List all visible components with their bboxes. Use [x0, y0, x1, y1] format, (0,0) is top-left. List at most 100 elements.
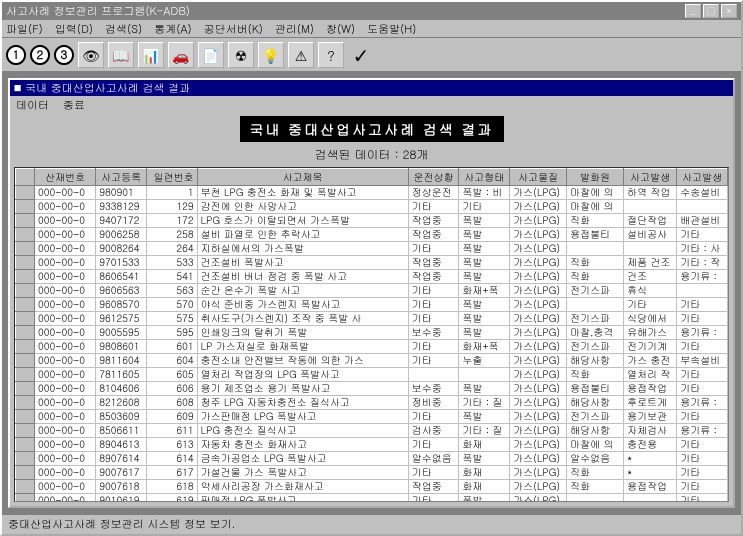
cell[interactable]: 기타 [677, 382, 728, 396]
cell[interactable]: 1 [146, 186, 197, 200]
cell[interactable]: 7811605 [96, 368, 147, 382]
table-row[interactable]: 000-00-09010619619판매점 LPG 폭발사고기타폭발가스(LPG… [16, 494, 728, 503]
cell[interactable]: 9407172 [96, 214, 147, 228]
cell[interactable] [459, 368, 510, 382]
cell[interactable]: 배관설비 [677, 214, 728, 228]
cell[interactable]: 누출 [459, 354, 510, 368]
cell[interactable] [624, 200, 677, 214]
column-header[interactable]: 발화원 [567, 169, 624, 186]
cell[interactable]: 617 [146, 466, 197, 480]
cell[interactable]: 가스(LPG) [510, 270, 567, 284]
menu-file[interactable]: 파일(F) [6, 22, 43, 35]
table-row[interactable]: 000-00-09612575575취사도구(가스렌지) 조작 중 폭발 사기타… [16, 312, 728, 326]
cell[interactable]: 용기 제조업소 용기 폭발사고 [197, 382, 408, 396]
cell[interactable]: * [624, 452, 677, 466]
cell[interactable]: 직화 [567, 466, 624, 480]
cell[interactable]: 9005595 [96, 326, 147, 340]
table-row[interactable]: 000-00-09811604604충전소내 안전밸브 작동에 의한 가스기타누… [16, 354, 728, 368]
cell[interactable]: 기타 [408, 410, 459, 424]
close-button[interactable]: × [721, 4, 737, 18]
cell[interactable]: 직화 [567, 368, 624, 382]
cell[interactable]: 부천 LPG 충전소 화재 및 폭발사고 [197, 186, 408, 200]
cell[interactable]: 609 [146, 410, 197, 424]
cell[interactable]: 000-00-0 [35, 200, 96, 214]
cell[interactable]: 기타 [408, 494, 459, 503]
cell[interactable]: 충전소내 안전밸브 작동에 의한 가스 [197, 354, 408, 368]
cell[interactable]: 172 [146, 214, 197, 228]
tool-2[interactable]: 2 [30, 45, 50, 65]
cell[interactable]: 570 [146, 298, 197, 312]
cell[interactable]: 000-00-0 [35, 186, 96, 200]
cell[interactable]: 기타 [408, 284, 459, 298]
cell[interactable]: 619 [146, 494, 197, 503]
cell[interactable]: 가스(LPG) [510, 228, 567, 242]
column-header[interactable]: 사고등록 [96, 169, 147, 186]
table-row[interactable]: 000-00-09007618618악세사리공장 가스화재사고작업중화재가스(L… [16, 480, 728, 494]
data-grid[interactable]: 산재번호사고등록일련번호사고제목운전상황사고형태사고물질발화원사고발생사고발생 … [14, 167, 729, 502]
column-header[interactable]: 사고발생 [624, 169, 677, 186]
cell[interactable]: 기타 : 질 [459, 396, 510, 410]
column-header[interactable]: 일련번호 [146, 169, 197, 186]
cell[interactable]: 휴식 [624, 284, 677, 298]
cell[interactable]: 가스(LPG) [510, 186, 567, 200]
cell[interactable]: 용기류 : [677, 396, 728, 410]
cell[interactable]: 알수없음 [567, 452, 624, 466]
table-row[interactable]: 000-00-09005595595인쇄잉크의 탈취기 폭발보수중폭발가스(LP… [16, 326, 728, 340]
cell[interactable]: 8907614 [96, 452, 147, 466]
menu-manage[interactable]: 관리(M) [275, 22, 314, 35]
cell[interactable]: 기타 [408, 242, 459, 256]
cell[interactable]: 화재 [459, 466, 510, 480]
cell[interactable]: 가스(LPG) [510, 214, 567, 228]
cell[interactable]: 정비중 [408, 396, 459, 410]
cell[interactable]: 절단작업 [624, 214, 677, 228]
cell[interactable]: 폭발 [459, 242, 510, 256]
cell[interactable]: 604 [146, 354, 197, 368]
cell[interactable]: 611 [146, 424, 197, 438]
cell[interactable]: 533 [146, 256, 197, 270]
cell[interactable]: 보수중 [408, 382, 459, 396]
cell[interactable]: 가스(LPG) [510, 466, 567, 480]
cell[interactable]: 기타 [677, 298, 728, 312]
table-row[interactable]: 000-00-08503609609가스판매점 LPG 폭발사고기타폭발가스(L… [16, 410, 728, 424]
cell[interactable]: 000-00-0 [35, 438, 96, 452]
cell[interactable]: 기타 [408, 340, 459, 354]
cell[interactable]: 000-00-0 [35, 424, 96, 438]
cell[interactable]: 지하실에서의 가스폭발 [197, 242, 408, 256]
cell[interactable]: 감전에 인한 사망사고 [197, 200, 408, 214]
cell[interactable]: 가스(LPG) [510, 452, 567, 466]
cell[interactable]: 가스(LPG) [510, 242, 567, 256]
cell[interactable]: 취사도구(가스렌지) 조작 중 폭발 사 [197, 312, 408, 326]
cell[interactable]: 9006258 [96, 228, 147, 242]
cell[interactable]: 자체검사 [624, 424, 677, 438]
column-header[interactable]: 산재번호 [35, 169, 96, 186]
cell[interactable]: 폭발 [459, 326, 510, 340]
cell[interactable]: 563 [146, 284, 197, 298]
cell[interactable]: 8212608 [96, 396, 147, 410]
cell[interactable]: 충전용 [624, 438, 677, 452]
cell[interactable]: 기타 [408, 298, 459, 312]
cell[interactable]: 판매점 LPG 폭발사고 [197, 494, 408, 503]
cell[interactable]: 가스(LPG) [510, 438, 567, 452]
cell[interactable]: 000-00-0 [35, 242, 96, 256]
cell[interactable]: 가스(LPG) [510, 382, 567, 396]
cell[interactable]: 폭발 [459, 298, 510, 312]
cell[interactable] [624, 494, 677, 503]
cell[interactable]: 화재+폭 [459, 284, 510, 298]
cell[interactable]: 전기기계 [624, 340, 677, 354]
cell[interactable]: 기타 [408, 354, 459, 368]
table-row[interactable]: 000-00-08104606606용기 제조업소 용기 폭발사고보수중폭발가스… [16, 382, 728, 396]
cell[interactable]: 595 [146, 326, 197, 340]
cell[interactable]: 618 [146, 480, 197, 494]
table-row[interactable]: 000-00-09606563563순간 온수기 폭발 사고기타화재+폭가스(L… [16, 284, 728, 298]
cell[interactable]: 605 [146, 368, 197, 382]
cell[interactable]: 가스(LPG) [510, 368, 567, 382]
cell[interactable]: LPG 충전소 질식사고 [197, 424, 408, 438]
cell[interactable]: 폭발 [459, 270, 510, 284]
table-row[interactable]: 000-00-09407172172LPG 호스가 이탈되면서 가스폭발작업중폭… [16, 214, 728, 228]
cell[interactable]: 설비공사 [624, 228, 677, 242]
cell[interactable]: 000-00-0 [35, 228, 96, 242]
cell[interactable]: 폭발 [459, 410, 510, 424]
cell[interactable]: 하역 작업 [624, 186, 677, 200]
cell[interactable]: 608 [146, 396, 197, 410]
cell[interactable] [567, 298, 624, 312]
